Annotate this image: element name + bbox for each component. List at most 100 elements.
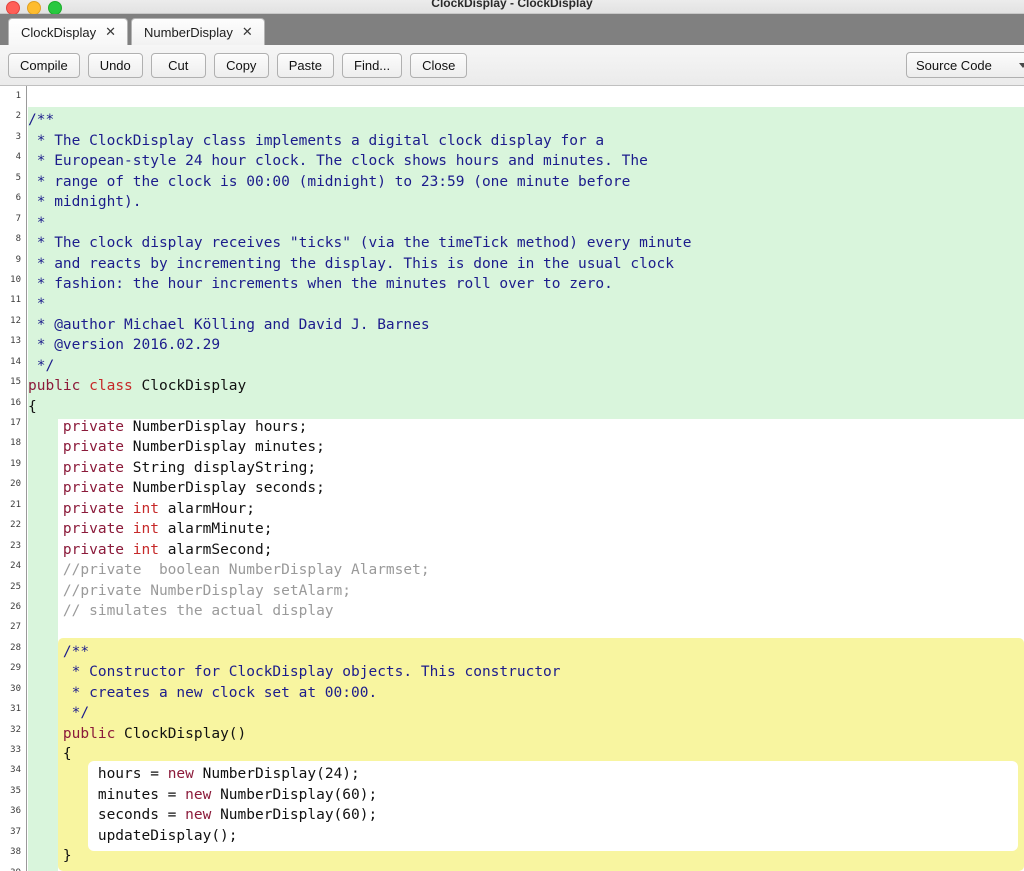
- code-token: private: [62, 439, 125, 456]
- code-token: * @version 2016.02.29: [28, 337, 221, 354]
- code-line[interactable]: minutes = new NumberDisplay(60);: [28, 785, 1024, 805]
- line-number: 30: [10, 683, 21, 694]
- code-token: seconds =: [28, 807, 186, 824]
- tab-clockdisplay[interactable]: ClockDisplay ✕: [8, 18, 129, 45]
- line-number: 15: [10, 377, 21, 388]
- line-number: 4: [15, 152, 21, 163]
- code-line[interactable]: //private boolean NumberDisplay Alarmset…: [28, 560, 1024, 580]
- code-token: * range of the clock is 00:00 (midnight)…: [28, 173, 631, 190]
- code-token: new: [185, 807, 212, 824]
- code-token: *: [28, 214, 46, 231]
- code-line[interactable]: {: [28, 744, 1024, 764]
- cut-button[interactable]: Cut: [150, 52, 206, 78]
- code-line[interactable]: * creates a new clock set at 00:00.: [28, 683, 1024, 703]
- code-line[interactable]: // simulates the actual display: [28, 601, 1024, 621]
- close-icon[interactable]: ✕: [242, 26, 253, 39]
- code-token: * European-style 24 hour clock. The cloc…: [28, 153, 648, 170]
- code-line[interactable]: * @version 2016.02.29: [28, 335, 1024, 355]
- code-line[interactable]: public class ClockDisplay: [28, 376, 1024, 396]
- code-token: int: [132, 541, 159, 558]
- code-line[interactable]: * fashion: the hour increments when the …: [28, 274, 1024, 294]
- code-line[interactable]: private String displayString;: [28, 458, 1024, 478]
- line-number: 39: [0, 863, 26, 871]
- code-line[interactable]: */: [28, 703, 1024, 723]
- view-selector-value: Source Code: [916, 57, 992, 73]
- tab-label: NumberDisplay: [144, 24, 233, 40]
- code-line[interactable]: * The clock display receives "ticks" (vi…: [28, 233, 1024, 253]
- line-number: 24: [10, 561, 21, 572]
- code-line[interactable]: {: [28, 397, 1024, 417]
- code-line[interactable]: * @author Michael Kölling and David J. B…: [28, 315, 1024, 335]
- code-token: class: [89, 378, 133, 395]
- undo-button[interactable]: Undo: [87, 52, 143, 78]
- code-canvas[interactable]: /** * The ClockDisplay class implements …: [28, 86, 1024, 871]
- line-number: 10: [10, 274, 21, 285]
- code-token: hours =: [28, 766, 168, 783]
- code-line[interactable]: *: [28, 213, 1024, 233]
- code-line[interactable]: private int alarmSecond;: [28, 540, 1024, 560]
- line-number: 38: [10, 847, 21, 858]
- code-line[interactable]: /**: [28, 110, 1024, 130]
- code-token: private: [62, 500, 125, 517]
- line-number: 18: [10, 438, 21, 449]
- line-number: 2: [15, 111, 21, 122]
- find-button[interactable]: Find...: [342, 52, 403, 78]
- code-line[interactable]: //private NumberDisplay setAlarm;: [28, 581, 1024, 601]
- code-line[interactable]: * Constructor for ClockDisplay objects. …: [28, 662, 1024, 682]
- compile-button[interactable]: Compile: [8, 52, 80, 78]
- code-token: public: [28, 378, 81, 395]
- code-line[interactable]: private NumberDisplay seconds;: [28, 478, 1024, 498]
- view-selector-dropdown[interactable]: Source Code: [906, 52, 1024, 78]
- code-line[interactable]: * range of the clock is 00:00 (midnight)…: [28, 172, 1024, 192]
- code-line[interactable]: */: [28, 356, 1024, 376]
- code-line[interactable]: public ClockDisplay(): [28, 724, 1024, 744]
- code-token: alarmHour;: [158, 500, 255, 517]
- close-icon[interactable]: ✕: [105, 26, 116, 39]
- line-number: 29: [10, 663, 21, 674]
- window-title: ClockDisplay - ClockDisplay: [431, 0, 593, 10]
- code-token: NumberDisplay(60);: [211, 786, 378, 803]
- code-line[interactable]: /**: [28, 642, 1024, 662]
- code-line[interactable]: private int alarmHour;: [28, 499, 1024, 519]
- code-line[interactable]: [28, 867, 1024, 871]
- code-line[interactable]: seconds = new NumberDisplay(60);: [28, 805, 1024, 825]
- code-line[interactable]: private int alarmMinute;: [28, 519, 1024, 539]
- code-line[interactable]: }: [28, 846, 1024, 866]
- code-line[interactable]: hours = new NumberDisplay(24);: [28, 764, 1024, 784]
- code-token: NumberDisplay hours;: [124, 419, 308, 435]
- line-number: 36: [10, 806, 21, 817]
- code-token: int: [132, 500, 159, 517]
- source-editor[interactable]: 1 2 3 4 5 6 7 8 9 10 11 12 13 14 15 16 17 18 19 20 21 22 23 24 2…: [0, 86, 1024, 871]
- code-token: new: [167, 766, 194, 783]
- code-line[interactable]: *: [28, 294, 1024, 314]
- line-number: 9: [15, 254, 21, 265]
- code-line[interactable]: [28, 621, 1024, 641]
- copy-button[interactable]: Copy: [213, 52, 269, 78]
- close-editor-button[interactable]: Close: [410, 52, 468, 78]
- chevron-down-icon: [1019, 63, 1024, 68]
- code-line[interactable]: * The ClockDisplay class implements a di…: [28, 131, 1024, 151]
- code-line[interactable]: * and reacts by incrementing the display…: [28, 254, 1024, 274]
- line-number: 16: [10, 397, 21, 408]
- paste-button[interactable]: Paste: [276, 52, 335, 78]
- code-line[interactable]: updateDisplay();: [28, 826, 1024, 846]
- line-number: 28: [10, 642, 21, 653]
- code-line[interactable]: private NumberDisplay hours;: [28, 417, 1024, 437]
- tab-numberdisplay[interactable]: NumberDisplay ✕: [131, 18, 265, 45]
- editor-toolbar: Compile Undo Cut Copy Paste Find... Clos…: [0, 45, 1024, 86]
- code-line[interactable]: * European-style 24 hour clock. The cloc…: [28, 151, 1024, 171]
- code-line[interactable]: [28, 90, 1024, 110]
- line-number: 14: [10, 356, 21, 367]
- code-text[interactable]: /** * The ClockDisplay class implements …: [28, 90, 1024, 871]
- code-line[interactable]: private NumberDisplay minutes;: [28, 437, 1024, 457]
- code-line[interactable]: * midnight).: [28, 192, 1024, 212]
- code-token: * midnight).: [28, 194, 142, 211]
- code-token: // simulates the actual display: [28, 602, 334, 619]
- line-number: 21: [10, 499, 21, 510]
